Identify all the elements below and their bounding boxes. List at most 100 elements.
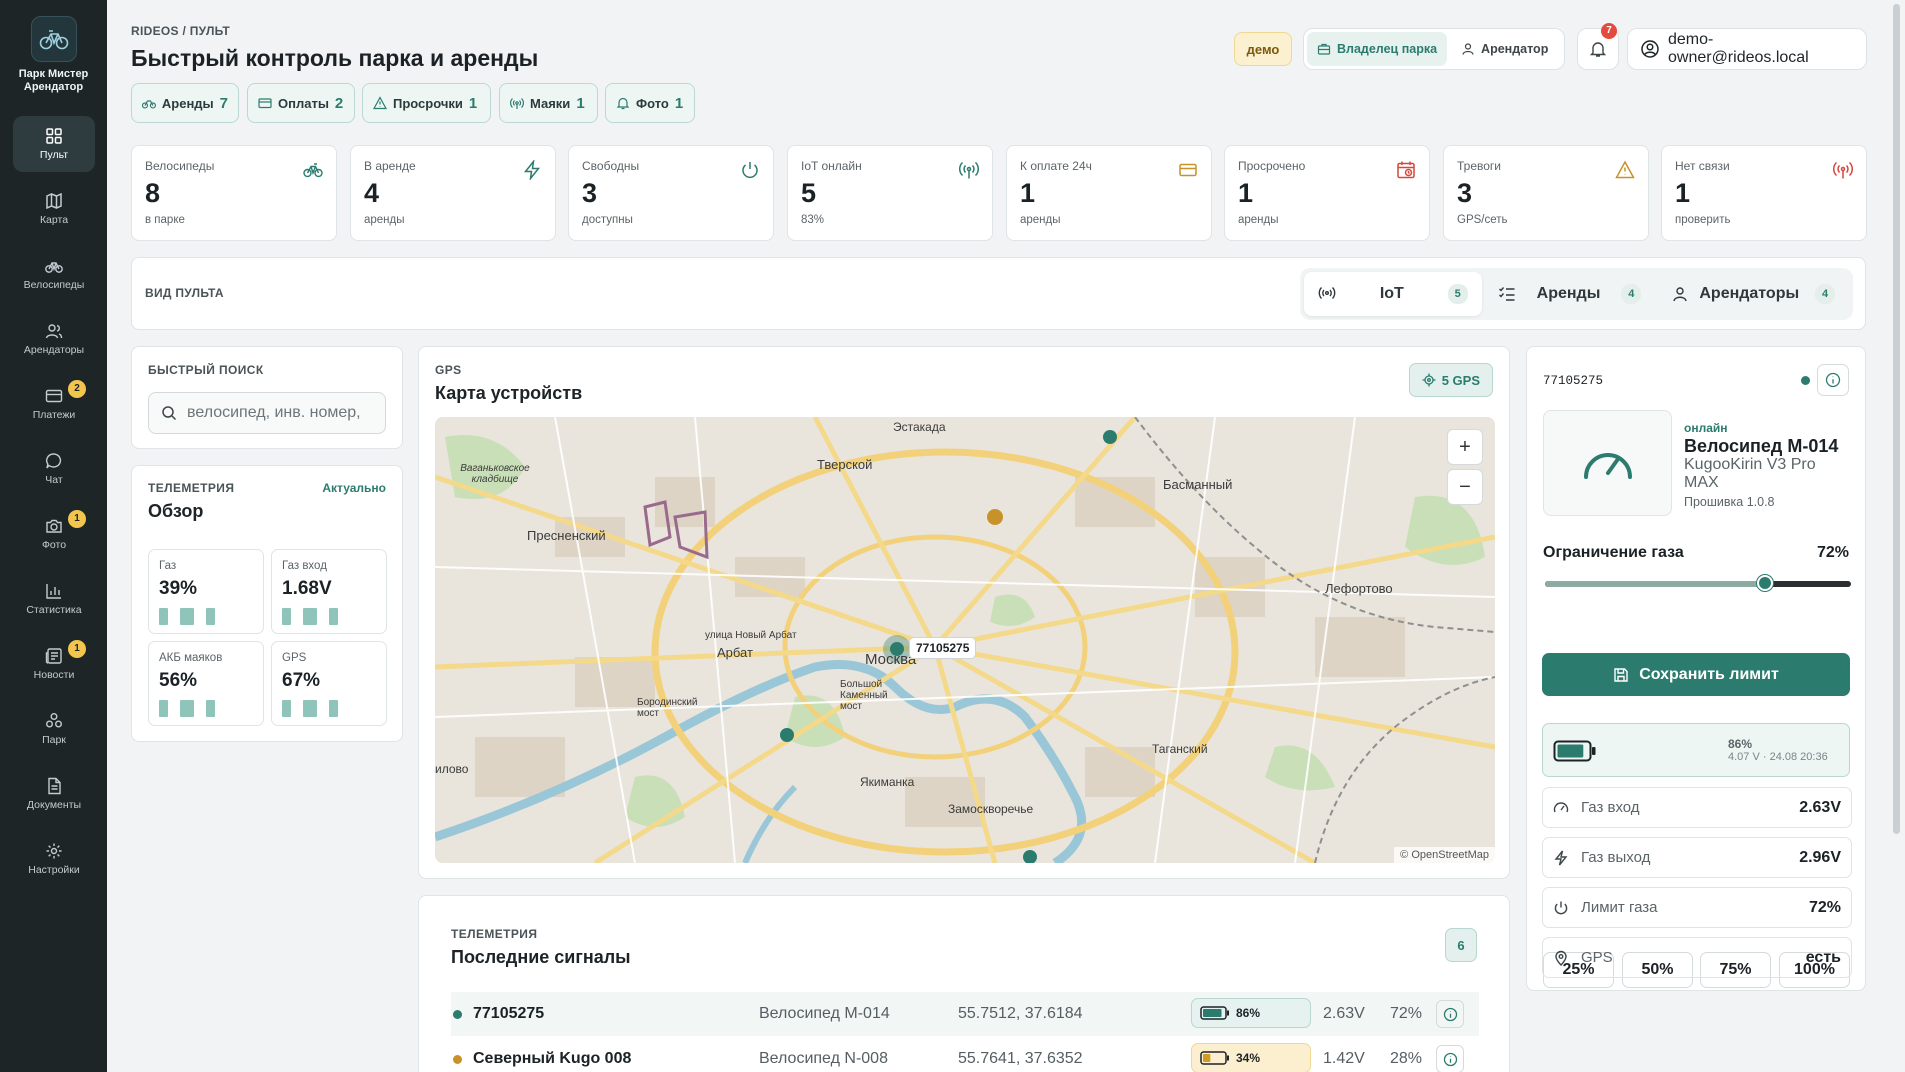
- sidebar-item-map[interactable]: Карта: [13, 181, 95, 237]
- tab-label: Арендаторы: [1699, 285, 1800, 302]
- stat-value: 3: [582, 178, 598, 208]
- tile-throttle[interactable]: Газ 39%: [148, 549, 264, 634]
- map-place: Арбат: [717, 645, 753, 660]
- info-icon: [1443, 1052, 1457, 1066]
- stat-sub: аренды: [1020, 214, 1061, 226]
- metric-value: 2.63V: [1799, 798, 1841, 816]
- pill-count: 2: [334, 94, 344, 112]
- tab-iot[interactable]: IoT 5: [1304, 272, 1482, 316]
- sidebar-item-renters[interactable]: Арендаторы: [13, 311, 95, 367]
- mode-bar: ВИД ПУЛЬТА IoT 5 Аренды 4 Арендаторы 4: [131, 257, 1866, 330]
- page-scrollbar[interactable]: [1893, 4, 1900, 834]
- brand[interactable]: Парк Мистер Арендатор: [0, 16, 107, 94]
- tile-gps[interactable]: GPS 67%: [271, 641, 387, 726]
- stat-label: Велосипеды: [145, 159, 215, 173]
- pill-rentals[interactable]: Аренды 7: [131, 83, 239, 123]
- pill-beacons[interactable]: Маяки 1: [499, 83, 598, 123]
- beacon-icon: [510, 98, 524, 109]
- sidebar-item-label: Документы: [26, 799, 82, 811]
- sidebar-item-dashboard[interactable]: Пульт: [13, 116, 95, 172]
- stat-value: 8: [145, 178, 161, 208]
- battery-chip: 86%: [1191, 998, 1311, 1028]
- battery-icon: [1553, 740, 1596, 762]
- signals-title: Последние сигналы: [451, 947, 631, 967]
- tab-rentals[interactable]: Аренды 4: [1484, 272, 1656, 316]
- signal-off-icon: [1833, 161, 1853, 179]
- sidebar-item-chat[interactable]: Чат: [13, 441, 95, 497]
- signal-limit: 72%: [1390, 1005, 1423, 1022]
- zoom-out-button[interactable]: −: [1447, 469, 1483, 505]
- telemetry-title: Обзор: [148, 501, 204, 521]
- search-input[interactable]: велосипед, инв. номер,: [148, 392, 386, 434]
- stat-overdue[interactable]: Просрочено 1 аренды: [1224, 145, 1430, 241]
- limit-slider[interactable]: [1545, 575, 1851, 591]
- mode-label: ВИД ПУЛЬТА: [145, 286, 224, 300]
- signal-bike: Велосипед М-014: [759, 1005, 890, 1022]
- sidebar-item-photos[interactable]: Фото 1: [13, 506, 95, 562]
- sidebar-item-payments[interactable]: Платежи 2: [13, 376, 95, 432]
- sidebar-item-label: Настройки: [28, 864, 80, 876]
- gps-count-badge[interactable]: 5 GPS: [1408, 363, 1493, 397]
- tab-renters[interactable]: Арендаторы 4: [1657, 272, 1849, 316]
- users-icon: [45, 324, 63, 339]
- sidebar-item-settings[interactable]: Настройки: [13, 831, 95, 887]
- stat-alerts[interactable]: Тревоги 3 GPS/сеть: [1443, 145, 1649, 241]
- map-attribution[interactable]: © OpenStreetMap: [1394, 847, 1495, 863]
- user-icon: [1673, 287, 1688, 302]
- battery-detail: 4.07 V · 24.08 20:36: [1728, 751, 1828, 763]
- role-owner-button[interactable]: Владелец парка: [1307, 32, 1448, 66]
- sidebar-item-stats[interactable]: Статистика: [13, 571, 95, 627]
- role-renter-button[interactable]: Арендатор: [1451, 32, 1558, 66]
- signal-coords: 55.7641, 37.6352: [958, 1050, 1083, 1067]
- signal-row[interactable]: 77105275 Велосипед М-014 55.7512, 37.618…: [451, 992, 1479, 1036]
- metric-label: GPS: [1581, 949, 1613, 966]
- stat-value: 4: [364, 178, 380, 208]
- sidebar-item-park[interactable]: Парк: [13, 701, 95, 757]
- sidebar-item-news[interactable]: Новости 1: [13, 636, 95, 692]
- info-icon: [1825, 372, 1841, 388]
- warning-icon: [1615, 160, 1635, 179]
- sidebar-item-bikes[interactable]: Велосипеды: [13, 246, 95, 302]
- info-button[interactable]: [1436, 1045, 1464, 1072]
- stat-in-rent[interactable]: В аренде 4 аренды: [350, 145, 556, 241]
- signal-row[interactable]: Северный Kugo 008 Велосипед N-008 55.764…: [451, 1037, 1479, 1072]
- metric-gps[interactable]: GPS есть: [1542, 937, 1852, 978]
- pill-count: 1: [576, 94, 585, 112]
- tab-count: 4: [1815, 284, 1835, 304]
- map-canvas[interactable]: Эстакада Тверской Басманный Пресненский …: [435, 417, 1495, 863]
- map-title: Карта устройств: [435, 383, 583, 403]
- bolt-icon: [1554, 850, 1568, 865]
- metric-throttle-in[interactable]: Газ вход 2.63V: [1542, 787, 1852, 828]
- stat-no-connection[interactable]: Нет связи 1 проверить: [1661, 145, 1867, 241]
- pill-label: Просрочки: [393, 95, 463, 111]
- pill-label: Фото: [636, 95, 669, 111]
- limit-slider-thumb[interactable]: [1757, 575, 1774, 591]
- tile-throttle-in[interactable]: Газ вход 1.68V: [271, 549, 387, 634]
- stat-bikes[interactable]: Велосипеды 8 в парке: [131, 145, 337, 241]
- zoom-in-button[interactable]: +: [1447, 429, 1483, 465]
- metric-throttle-out[interactable]: Газ выход 2.96V: [1542, 837, 1852, 878]
- metric-label: Лимит газа: [1581, 899, 1658, 916]
- device-info-button[interactable]: [1817, 364, 1849, 396]
- save-limit-button[interactable]: Сохранить лимит: [1542, 653, 1850, 696]
- tile-label: АКБ маяков: [159, 652, 223, 664]
- bike-icon: [142, 100, 156, 109]
- stat-iot-online[interactable]: IoT онлайн 5 83%: [787, 145, 993, 241]
- pill-overdue[interactable]: Просрочки 1: [362, 83, 491, 123]
- tile-label: GPS: [282, 652, 307, 664]
- stat-due-24h[interactable]: К оплате 24ч 1 аренды: [1006, 145, 1212, 241]
- marker-label[interactable]: 77105275: [909, 637, 977, 659]
- telemetry-eyebrow: ТЕЛЕМЕТРИЯ: [148, 481, 235, 495]
- pill-payments[interactable]: Оплаты 2: [247, 83, 355, 123]
- calendar-alert-icon: [1397, 161, 1415, 179]
- sidebar-item-documents[interactable]: Документы: [13, 766, 95, 822]
- tile-beacon-battery[interactable]: АКБ маяков 56%: [148, 641, 264, 726]
- metric-throttle-limit[interactable]: Лимит газа 72%: [1542, 887, 1852, 928]
- tile-value: 67%: [282, 670, 321, 691]
- info-button[interactable]: [1436, 1000, 1464, 1028]
- stat-free[interactable]: Свободны 3 доступны: [568, 145, 774, 241]
- news-icon: [45, 648, 62, 664]
- search-card: БЫСТРЫЙ ПОИСК велосипед, инв. номер,: [131, 346, 403, 449]
- pill-photos[interactable]: Фото 1: [605, 83, 695, 123]
- user-menu[interactable]: demo-owner@rideos.local: [1627, 28, 1867, 70]
